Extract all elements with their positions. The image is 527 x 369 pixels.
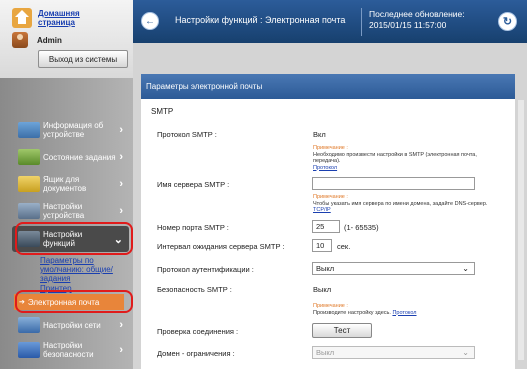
sidebar-item-security-settings[interactable]: Настройки безопасности › [12, 338, 129, 362]
chevron-right-icon: › [119, 178, 123, 190]
smtp-timeout-unit: сек. [337, 242, 351, 251]
sidebar-item-document-box[interactable]: Ящик для документов › [12, 172, 129, 196]
sidebar-item-device-info[interactable]: Информация об устройстве › [12, 118, 129, 142]
section-smtp: SMTP [151, 107, 174, 116]
smtp-security-value: Выкл [313, 285, 332, 294]
logout-button[interactable]: Выход из системы [38, 50, 128, 68]
protocol-link[interactable]: Протокол [313, 165, 337, 171]
sidebar-subitem-defaults[interactable]: Параметры по умолчанию: общие/задания [40, 256, 120, 283]
sidebar-item-label: Ящик для документов [43, 175, 87, 193]
highlight-email [15, 290, 133, 313]
note-text: Производите настройку здесь. [313, 309, 391, 316]
back-arrow-icon: ← [145, 15, 155, 27]
user-name: Admin [37, 35, 62, 45]
document-box-icon [18, 176, 40, 192]
domain-restriction-label: Домен - ограничения : [157, 349, 235, 358]
test-button[interactable]: Тест [312, 323, 372, 338]
smtp-port-range: (1- 65535) [344, 223, 379, 232]
info-device-icon [18, 122, 40, 138]
smtp-timeout-input[interactable]: 10 [312, 239, 332, 252]
sidebar-item-job-status[interactable]: Состояние задания › [12, 145, 129, 169]
auth-protocol-label: Протокол аутентификации : [157, 265, 254, 274]
smtp-security-note: Примечание : Производите настройку здесь… [313, 303, 493, 316]
last-update-label: Последнее обновление: [369, 9, 465, 19]
sidebar-item-label: Настройки безопасности [43, 341, 94, 359]
user-info: Admin [12, 32, 62, 48]
smtp-protocol-note: Примечание : Необходимо произвести настр… [313, 145, 493, 171]
home-icon [12, 8, 32, 28]
smtp-timeout-label: Интервал ожидания сервера SMTP : [157, 242, 285, 251]
domain-restriction-value: Выкл [316, 348, 335, 357]
sidebar-item-label: Информация об устройстве [43, 121, 104, 139]
top-header: ← Настройки функций : Электронная почта … [133, 0, 527, 43]
chevron-right-icon: › [119, 124, 123, 136]
chevron-down-icon: ⌄ [462, 348, 469, 357]
panel-scrollbar[interactable] [518, 100, 524, 360]
smtp-port-input[interactable]: 25 [312, 220, 340, 233]
network-settings-icon [18, 317, 40, 333]
sidebar-item-label: Состояние задания [43, 152, 116, 162]
sidebar-item-label: Настройки сети [43, 320, 101, 330]
smtp-port-label: Номер порта SMTP : [157, 223, 229, 232]
chevron-down-icon: ⌄ [462, 264, 469, 273]
chevron-right-icon: › [119, 151, 123, 163]
panel-title: Параметры электронной почты [141, 74, 515, 99]
sidebar-item-label: Настройки устройства [43, 202, 85, 220]
auth-protocol-select[interactable]: Выкл ⌄ [312, 262, 475, 275]
security-settings-icon [18, 342, 40, 358]
last-update-time: 2015/01/15 11:57:00 [369, 20, 447, 30]
note-text: Чтобы указать имя сервера по имени домен… [313, 200, 488, 207]
page-title: Настройки функций : Электронная почта [175, 15, 346, 25]
job-status-icon [18, 149, 40, 165]
home-link[interactable]: Домашняя страница [12, 8, 98, 28]
connection-test-label: Проверка соединения : [157, 327, 239, 336]
user-avatar-icon [12, 32, 28, 48]
sidebar-header: Домашняя страница Admin Выход из системы [0, 0, 133, 78]
refresh-button[interactable]: ↻ [498, 12, 517, 31]
smtp-security-label: Безопасность SMTP : [157, 285, 232, 294]
refresh-icon: ↻ [502, 16, 513, 28]
auth-protocol-value: Выкл [316, 264, 335, 273]
sidebar-item-network-settings[interactable]: Настройки сети › [12, 315, 129, 335]
smtp-server-label: Имя сервера SMTP : [157, 180, 230, 189]
smtp-server-input[interactable] [312, 177, 475, 190]
smtp-protocol-label: Протокол SMTP : [157, 130, 217, 139]
last-update: Последнее обновление: 2015/01/15 11:57:0… [369, 9, 465, 31]
smtp-server-note: Примечание : Чтобы указать имя сервера п… [313, 194, 493, 214]
smtp-protocol-value: Вкл [313, 130, 326, 139]
back-button[interactable]: ← [141, 12, 159, 30]
chevron-right-icon: › [119, 205, 123, 217]
home-link-label[interactable]: Домашняя страница [38, 9, 98, 27]
highlight-function-settings [15, 222, 133, 255]
sidebar-item-device-settings[interactable]: Настройки устройства › [12, 199, 129, 223]
header-divider [361, 8, 362, 36]
note-text: Необходимо произвести настройки в SMTP (… [313, 151, 477, 165]
security-protocol-link[interactable]: Протокол [392, 310, 416, 316]
tcpip-link[interactable]: TCP/IP [313, 207, 331, 213]
chevron-right-icon: › [119, 344, 123, 356]
device-settings-icon [18, 203, 40, 219]
domain-restriction-select: Выкл ⌄ [312, 346, 475, 359]
chevron-right-icon: › [119, 319, 123, 331]
